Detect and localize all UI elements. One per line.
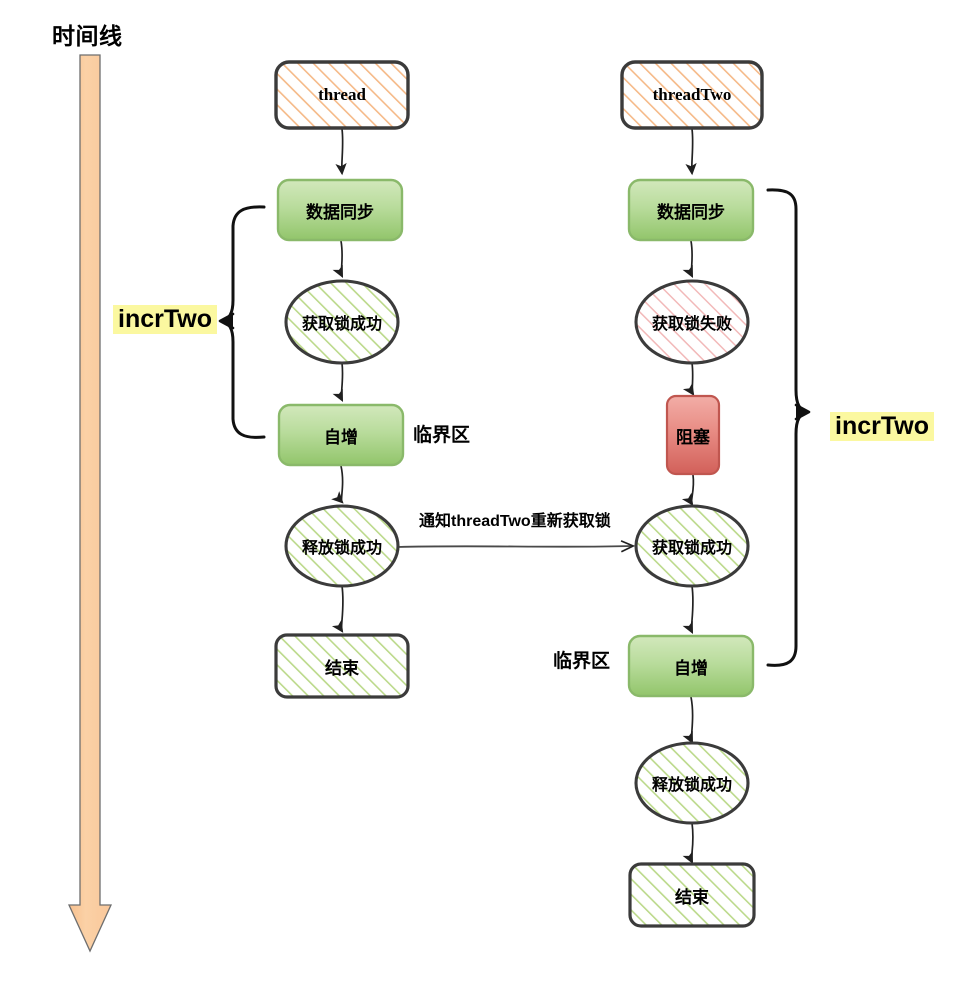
node-thread-label: thread: [318, 85, 366, 104]
edge-fail-to-blocked: [682, 362, 695, 396]
diagram-svg: [67, 54, 811, 953]
node-sync-1-label: 数据同步: [306, 202, 374, 222]
node-end-2-label: 结束: [675, 887, 709, 907]
node-end-1-label: 结束: [325, 658, 359, 678]
edge-acquire2-to-incr2: [682, 585, 694, 635]
edge-sync2-to-fail: [682, 240, 694, 279]
edge-incr2-to-release2: [682, 696, 694, 745]
node-acquire-success-1-label: 获取锁成功: [301, 316, 382, 333]
edge-incr1-to-release1: [331, 465, 344, 504]
edge-release2-to-end2: [682, 822, 694, 865]
edge-acquire1-to-incr1: [332, 362, 344, 403]
edge-sync1-to-acquire1: [332, 240, 344, 279]
node-acquire-success-2-label: 获取锁成功: [651, 540, 732, 557]
node-acquire-fail-label: 获取锁失败: [651, 316, 732, 333]
node-release-success-1-label: 释放锁成功: [301, 540, 382, 557]
timeline-arrow: [67, 54, 113, 953]
node-increment-2-label: 自增: [674, 658, 708, 678]
right-brace: [766, 188, 811, 667]
edge-blocked-to-acquire2: [681, 474, 695, 506]
edge-threadtwo-to-sync2: [685, 128, 697, 176]
left-brace: [218, 205, 266, 439]
node-thread-two-label: threadTwo: [652, 85, 732, 104]
node-blocked-label: 阻塞: [676, 427, 710, 447]
node-increment-1-label: 自增: [324, 427, 358, 447]
node-release-success-2-label: 释放锁成功: [651, 777, 732, 794]
edge-thread-to-sync1: [335, 128, 347, 176]
edge-release1-to-end1: [331, 585, 344, 633]
edge-notify-cross: [397, 546, 632, 547]
node-sync-2-label: 数据同步: [657, 202, 725, 222]
diagram-canvas: 时间线 incrTwo incrTwo 临界区 临界区 通知threadTwo重…: [0, 0, 966, 987]
